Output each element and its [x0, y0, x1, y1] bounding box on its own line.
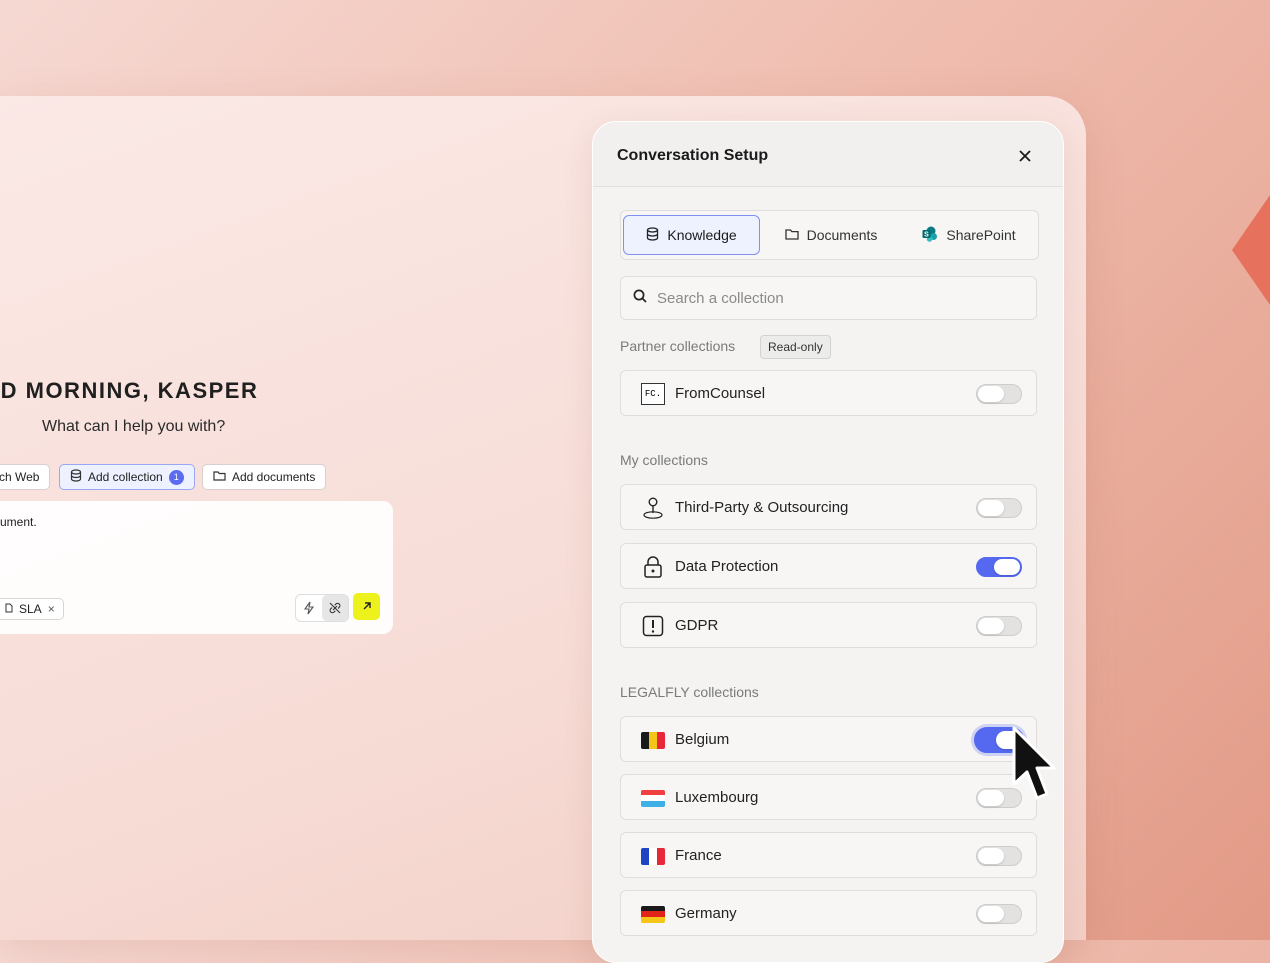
background-shape	[1232, 195, 1270, 305]
lightning-icon[interactable]	[296, 595, 322, 621]
folder-icon	[213, 470, 226, 484]
read-only-badge: Read-only	[760, 335, 831, 359]
add-documents-chip[interactable]: Add documents	[202, 464, 327, 490]
send-button[interactable]	[353, 593, 380, 620]
sharepoint-icon: S	[922, 226, 938, 245]
collection-toggle[interactable]	[976, 384, 1022, 404]
no-link-icon[interactable]	[322, 595, 348, 621]
database-icon	[70, 469, 82, 485]
collection-row-fromcounsel: FC. FromCounsel	[620, 370, 1037, 416]
add-collection-chip[interactable]: Add collection 1	[59, 464, 195, 490]
remove-attachment-button[interactable]: ×	[48, 602, 55, 616]
france-flag-icon	[641, 844, 665, 868]
search-web-chip[interactable]: ch Web	[0, 464, 51, 490]
close-button[interactable]	[1017, 148, 1033, 164]
fromcounsel-logo-text: FC.	[641, 383, 665, 405]
collection-row-gdpr: GDPR	[620, 602, 1037, 648]
section-partner-collections: Partner collections	[620, 338, 736, 354]
alert-icon	[641, 614, 665, 638]
collection-label: FromCounsel	[675, 385, 766, 402]
search-icon	[633, 289, 647, 308]
collection-search[interactable]	[620, 276, 1037, 320]
collection-toggle[interactable]	[976, 904, 1022, 924]
attachment-label: SLA	[19, 602, 42, 616]
belgium-flag-icon	[641, 728, 665, 752]
close-icon	[1019, 150, 1031, 162]
section-legalfly-collections: LEGALFLY collections	[620, 684, 759, 700]
collection-row-germany: Germany	[620, 890, 1037, 936]
collection-row-luxembourg: Luxembourg	[620, 774, 1037, 820]
collection-row-third-party: Third-Party & Outsourcing	[620, 484, 1037, 530]
collection-label: France	[675, 847, 722, 864]
germany-flag-icon	[641, 902, 665, 926]
greeting-subtitle: What can I help you with?	[42, 418, 226, 435]
svg-text:S: S	[925, 231, 930, 238]
chip-label: Add collection	[88, 470, 163, 484]
search-input[interactable]	[657, 289, 997, 307]
composer-text: ument.	[0, 515, 37, 529]
mouse-cursor-icon	[1012, 726, 1056, 800]
source-tabs: Knowledge Documents S SharePoint	[620, 210, 1039, 260]
tab-knowledge[interactable]: Knowledge	[623, 215, 760, 255]
composer-tools	[295, 594, 349, 622]
tab-label: Knowledge	[667, 227, 737, 243]
collection-row-france: France	[620, 832, 1037, 878]
section-my-collections: My collections	[620, 452, 708, 468]
collection-label: Data Protection	[675, 558, 779, 575]
location-pin-icon	[641, 496, 665, 520]
conversation-setup-panel: Conversation Setup Knowledge Documents S…	[592, 121, 1064, 963]
chip-label: Add documents	[232, 470, 316, 484]
greeting-title: OD MORNING, KASPER	[0, 378, 259, 403]
collection-toggle[interactable]	[976, 498, 1022, 518]
collection-count-badge: 1	[168, 469, 184, 485]
lock-icon	[641, 555, 665, 579]
collection-label: GDPR	[675, 617, 719, 634]
tab-sharepoint[interactable]: S SharePoint	[903, 215, 1035, 255]
tab-label: Documents	[806, 227, 878, 243]
collection-toggle[interactable]	[976, 557, 1022, 577]
collection-toggle[interactable]	[976, 846, 1022, 866]
tab-label: SharePoint	[946, 227, 1016, 243]
database-icon	[646, 226, 659, 244]
chip-label: ch Web	[0, 470, 40, 484]
collection-label: Third-Party & Outsourcing	[675, 499, 849, 516]
collection-label: Luxembourg	[675, 789, 759, 806]
collection-toggle[interactable]	[976, 616, 1022, 636]
collection-row-belgium: Belgium	[620, 716, 1037, 762]
arrow-up-right-icon	[362, 598, 372, 616]
tab-documents[interactable]: Documents	[766, 215, 896, 255]
attachment-tag: SLA ×	[0, 598, 64, 620]
panel-header: Conversation Setup	[593, 122, 1063, 187]
collection-label: Belgium	[675, 731, 730, 748]
collection-label: Germany	[675, 905, 737, 922]
folder-icon	[784, 227, 799, 243]
document-icon	[5, 602, 13, 616]
luxembourg-flag-icon	[641, 786, 665, 810]
collection-row-data-protection: Data Protection	[620, 543, 1037, 589]
panel-title: Conversation Setup	[617, 147, 769, 164]
fromcounsel-logo-icon: FC.	[641, 382, 665, 406]
